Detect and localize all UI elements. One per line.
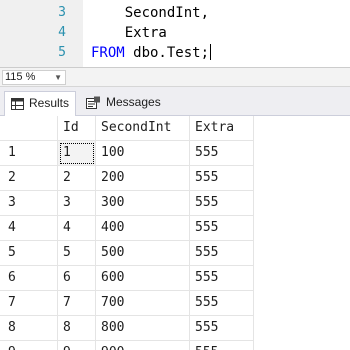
grid-cell[interactable]: 8 [58,316,96,341]
row-number[interactable]: 8 [0,316,58,341]
query-editor[interactable]: 3 SecondInt, 4 Extra 5 FROM dbo.Test; [0,0,350,67]
table-row: 8 8 800 555 [0,316,254,341]
editor-line: 3 SecondInt, [0,3,350,23]
column-header-id[interactable]: Id [58,116,96,141]
row-number[interactable]: 2 [0,166,58,191]
sql-keyword: FROM [91,45,125,61]
row-number[interactable]: 7 [0,291,58,316]
row-number[interactable]: 6 [0,266,58,291]
tab-messages[interactable]: Messages [80,91,162,116]
grid-cell[interactable]: 800 [96,316,190,341]
grid-cell[interactable]: 6 [58,266,96,291]
code-text: SecondInt, [91,5,210,21]
tab-label: Results [29,96,70,110]
zoom-bar: 115 % ▼ [0,67,350,87]
row-number[interactable]: 1 [0,141,58,166]
grid-cell[interactable]: 300 [96,191,190,216]
row-number[interactable]: 3 [0,191,58,216]
grid-cell[interactable]: 900 [96,341,190,350]
results-tabs: Results Messages [0,87,350,116]
grid-cell[interactable]: 600 [96,266,190,291]
line-number: 5 [58,45,66,60]
zoom-dropdown[interactable]: 115 % ▼ [2,70,66,85]
grid-cell[interactable]: 400 [96,216,190,241]
grid-cell[interactable]: 555 [190,341,254,350]
line-number: 4 [58,25,66,40]
row-number[interactable]: 4 [0,216,58,241]
grid-cell[interactable]: 555 [190,291,254,316]
code-rest: dbo.Test; [124,45,210,61]
chevron-down-icon: ▼ [54,73,62,82]
grid-cell[interactable]: 555 [190,316,254,341]
grid-cell-selected[interactable]: 1 [58,141,96,166]
row-number[interactable]: 9 [0,341,58,350]
grid-cell[interactable]: 2 [58,166,96,191]
grid-cell[interactable]: 555 [190,166,254,191]
editor-line: 5 FROM dbo.Test; [0,43,350,63]
grid-cell[interactable]: 100 [96,141,190,166]
table-row: 2 2 200 555 [0,166,254,191]
table-row: 9 9 900 555 [0,341,254,350]
grid-icon [11,95,24,117]
grid-cell[interactable]: 3 [58,191,96,216]
editor-line: 4 Extra [0,23,350,43]
messages-icon [86,94,101,116]
zoom-value: 115 % [5,71,36,83]
table-row: 6 6 600 555 [0,266,254,291]
grid-cell[interactable]: 555 [190,216,254,241]
grid-empty-area [255,116,350,350]
grid-cell[interactable]: 500 [96,241,190,266]
grid-cell[interactable]: 4 [58,216,96,241]
grid-cell[interactable]: 555 [190,191,254,216]
table-row: 1 1 100 555 [0,141,254,166]
table-row: 4 4 400 555 [0,216,254,241]
column-header-extra[interactable]: Extra [190,116,254,141]
grid-cell[interactable]: 9 [58,341,96,350]
grid-cell[interactable]: 555 [190,241,254,266]
row-number[interactable]: 5 [0,241,58,266]
grid-cell[interactable]: 700 [96,291,190,316]
grid-cell[interactable]: 7 [58,291,96,316]
code-text: FROM dbo.Test; [91,43,212,63]
line-number: 3 [58,5,66,20]
tab-results[interactable]: Results [4,91,76,116]
tab-label: Messages [106,95,161,109]
results-grid[interactable]: Id SecondInt Extra 1 1 100 555 2 2 200 5… [0,116,350,350]
grid-cell[interactable]: 200 [96,166,190,191]
grid-cell[interactable]: 555 [190,141,254,166]
grid-header-row: Id SecondInt Extra [0,116,254,141]
grid-cell[interactable]: 555 [190,266,254,291]
column-header-secondint[interactable]: SecondInt [96,116,190,141]
grid-cell[interactable]: 5 [58,241,96,266]
table-row: 3 3 300 555 [0,191,254,216]
code-text: Extra [91,25,167,41]
row-number-header [0,116,58,141]
table-row: 7 7 700 555 [0,291,254,316]
text-caret [210,44,212,60]
table-row: 5 5 500 555 [0,241,254,266]
